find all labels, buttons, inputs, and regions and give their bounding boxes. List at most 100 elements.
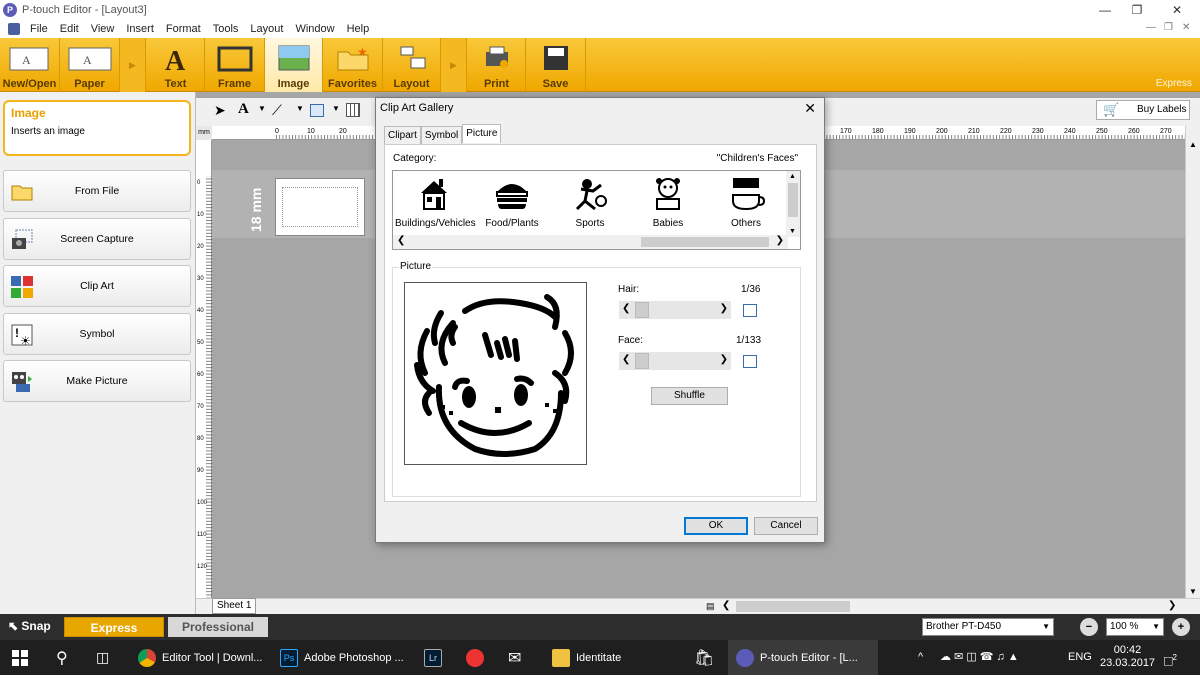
menu-file[interactable]: File [24, 23, 54, 35]
face-right-arrow-icon[interactable]: ❯ [720, 354, 728, 365]
scroll-thumb[interactable] [736, 601, 850, 612]
tray-icons[interactable]: ☁ ✉ ◫ ☎ ♫ ▲ [940, 640, 1019, 675]
category-buildings-vehicles[interactable]: Buildings/Vehicles [395, 175, 476, 231]
maximize-icon[interactable]: ❐ [1118, 0, 1156, 20]
hair-right-arrow-icon[interactable]: ❯ [720, 303, 728, 314]
category-vertical-scrollbar[interactable]: ▲ ▼ [786, 171, 800, 237]
rectangle-dropdown-icon[interactable]: ▼ [332, 104, 340, 113]
face-left-arrow-icon[interactable]: ❮ [622, 354, 630, 365]
zoom-out-icon[interactable]: − [1080, 618, 1098, 636]
menu-layout[interactable]: Layout [244, 23, 289, 35]
layout-button[interactable]: Layout [383, 38, 441, 92]
menu-help[interactable]: Help [341, 23, 376, 35]
ribbon-expand-left-icon[interactable]: ▶ [120, 38, 146, 92]
cat-hscroll-thumb[interactable] [641, 237, 769, 247]
buy-labels-button[interactable]: 🛒 Buy Labels [1096, 100, 1190, 120]
category-babies[interactable]: Babies [629, 175, 707, 231]
professional-mode-button[interactable]: Professional [168, 617, 268, 637]
category-others[interactable]: Others [707, 175, 785, 231]
from-file-button[interactable]: From File [3, 170, 191, 212]
menu-format[interactable]: Format [160, 23, 207, 35]
select-arrow-icon[interactable]: ➤ [214, 102, 226, 119]
mail-icon[interactable]: ✉ [508, 640, 521, 675]
taskbar-explorer[interactable]: Identitate [552, 640, 672, 675]
print-button[interactable]: Print [468, 38, 526, 92]
zoom-select[interactable]: 100 % ▼ [1106, 618, 1164, 636]
frame-button[interactable]: Frame [205, 38, 265, 92]
notification-icon[interactable]: □2 [1164, 640, 1177, 675]
category-horizontal-scrollbar[interactable]: ❮ ❯ [393, 235, 788, 249]
menu-window[interactable]: Window [289, 23, 340, 35]
tab-symbol[interactable]: Symbol [420, 126, 463, 144]
text-tool-dropdown-icon[interactable]: ▼ [258, 104, 266, 113]
close-icon[interactable]: ✕ [1158, 0, 1196, 20]
dialog-close-icon[interactable]: ✕ [804, 100, 816, 117]
image-button[interactable]: Image [265, 38, 323, 92]
tab-picture[interactable]: Picture [462, 124, 502, 143]
tab-clipart[interactable]: Clipart [384, 126, 421, 144]
cat-scroll-right-icon[interactable]: ❯ [776, 235, 784, 246]
hair-slider[interactable]: ❮ ❯ [619, 301, 731, 319]
tray-chevron-icon[interactable]: ^ [918, 640, 923, 675]
scroll-down-icon[interactable]: ▼ [1189, 587, 1197, 596]
windows-start-icon[interactable] [12, 640, 28, 675]
mdi-minimize-icon[interactable]: — [1146, 22, 1156, 33]
scroll-right-icon[interactable]: ❯ [1168, 600, 1176, 611]
hair-slider-thumb[interactable] [635, 302, 649, 318]
vertical-scrollbar[interactable]: ▲ ▼ [1185, 126, 1200, 598]
category-food-plants[interactable]: Food/Plants [473, 175, 551, 231]
taskbar-app-red[interactable] [466, 640, 490, 675]
face-list-icon[interactable] [743, 355, 757, 368]
taskbar-chrome[interactable]: Editor Tool | Downl... [138, 640, 270, 675]
menu-view[interactable]: View [85, 23, 121, 35]
taskbar-lightroom[interactable]: Lr [424, 640, 448, 675]
ok-button[interactable]: OK [684, 517, 748, 535]
menu-insert[interactable]: Insert [120, 23, 160, 35]
taskbar-photoshop[interactable]: Ps Adobe Photoshop ... [280, 640, 410, 675]
clock[interactable]: 00:42 23.03.2017 [1100, 640, 1155, 675]
face-slider[interactable]: ❮ ❯ [619, 352, 731, 370]
taskbar-ptouch[interactable]: P-touch Editor - [L... [728, 640, 878, 675]
menu-tools[interactable]: Tools [207, 23, 245, 35]
rectangle-tool-icon[interactable] [310, 104, 324, 117]
line-tool-dropdown-icon[interactable]: ▼ [296, 104, 304, 113]
paper-button[interactable]: A Paper [60, 38, 120, 92]
document-icon[interactable] [8, 23, 20, 35]
new-open-button[interactable]: A New/Open [0, 38, 60, 92]
line-tool-icon[interactable]: ⟋ [272, 102, 282, 119]
mdi-close-icon[interactable]: ✕ [1182, 22, 1190, 33]
language-indicator[interactable]: ENG [1068, 640, 1092, 675]
clip-art-button[interactable]: Clip Art [3, 265, 191, 307]
express-mode-button[interactable]: Express [64, 617, 164, 637]
screen-capture-button[interactable]: Screen Capture [3, 218, 191, 260]
favorites-button[interactable]: ★ Favorites [323, 38, 383, 92]
tab-nav-icon[interactable]: ▤ [706, 601, 715, 612]
save-button[interactable]: Save [526, 38, 586, 92]
mdi-restore-icon[interactable]: ❐ [1164, 22, 1173, 33]
cancel-button[interactable]: Cancel [754, 517, 818, 535]
table-tool-icon[interactable] [346, 103, 360, 117]
text-tool-icon[interactable]: A [238, 101, 249, 118]
hair-left-arrow-icon[interactable]: ❮ [622, 303, 630, 314]
face-slider-thumb[interactable] [635, 353, 649, 369]
menu-edit[interactable]: Edit [54, 23, 85, 35]
cat-scroll-up-icon[interactable]: ▲ [789, 173, 796, 180]
horizontal-scrollbar[interactable]: ▤ ❮ ❯ [196, 598, 1200, 614]
scroll-left-icon[interactable]: ❮ [722, 600, 730, 611]
search-icon[interactable]: ⚲ [56, 640, 68, 675]
store-icon[interactable]: 🛍 [694, 640, 714, 675]
cat-scroll-down-icon[interactable]: ▼ [789, 228, 796, 235]
make-picture-button[interactable]: Make Picture [3, 360, 191, 402]
hair-list-icon[interactable] [743, 304, 757, 317]
snap-toggle[interactable]: ⬉ Snap [8, 619, 51, 633]
printer-select[interactable]: Brother PT-D450 ▼ [922, 618, 1054, 636]
label-canvas[interactable] [275, 178, 365, 236]
shuffle-button[interactable]: Shuffle [651, 387, 728, 405]
zoom-in-icon[interactable]: + [1172, 618, 1190, 636]
scroll-up-icon[interactable]: ▲ [1189, 140, 1197, 149]
symbol-button[interactable]: ! ☀ Symbol [3, 313, 191, 355]
category-sports[interactable]: Sports [551, 175, 629, 231]
text-button[interactable]: A Text [147, 38, 205, 92]
ribbon-expand-right-icon[interactable]: ▶ [441, 38, 467, 92]
cat-vscroll-thumb[interactable] [788, 183, 798, 217]
